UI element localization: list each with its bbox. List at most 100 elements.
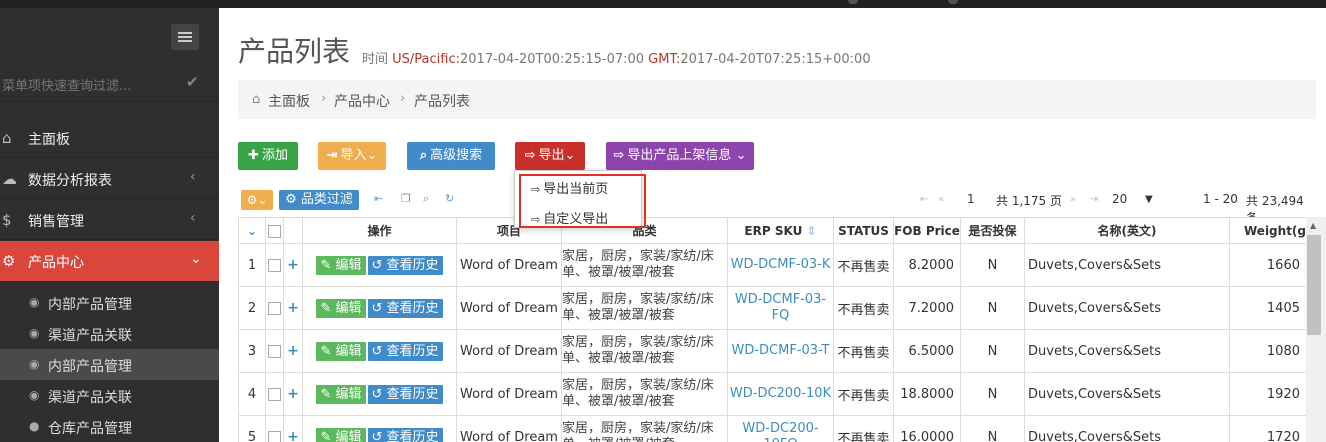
edit-button[interactable]: ✎ 编辑 — [316, 298, 366, 318]
cell-erp-sku[interactable]: WD-DCMF-03-FQ — [727, 286, 834, 330]
expand-row-icon[interactable]: + — [283, 243, 303, 287]
table-row[interactable]: 5+✎ 编辑↺ 查看历史Word of Dream家居，厨房，家装/家纺/床单、… — [238, 415, 1307, 442]
scroll-up-icon[interactable]: ▲ — [1310, 221, 1316, 230]
breadcrumb-item[interactable]: 主面板 — [268, 91, 310, 111]
edit-button[interactable]: ✎ 编辑 — [316, 384, 366, 404]
table-row[interactable]: 2 + ✎ 编辑 ↺ 查看历史 Word of Dream 家居，厨房，家装/家纺/床单、… — [238, 286, 1307, 330]
search-icon[interactable]: ⌕ — [423, 192, 429, 206]
cell-erp-sku[interactable]: WD-DC200-10K — [727, 372, 834, 416]
hamburger-menu-button[interactable] — [171, 24, 199, 50]
category-filter-button[interactable]: ⚙ 品类过滤 — [279, 190, 359, 210]
cell-erp-sku[interactable]: WD-DC200-10FQ — [727, 415, 834, 442]
breadcrumb: ⌂ 主面板 › 产品中心 › 产品列表 — [238, 80, 1316, 119]
expand-row-icon[interactable]: + — [283, 286, 303, 330]
table-row[interactable]: 3 + ✎ 编辑 ↺ 查看历史 Word of Dream 家居，厨房，家装/家纺/床单、… — [238, 329, 1307, 373]
view-history-button[interactable]: ↺ 查看历史 — [367, 255, 443, 275]
column-header-fob-price[interactable]: FOB Price — [893, 217, 961, 244]
copy-icon[interactable]: ❐ — [401, 192, 411, 205]
edit-button[interactable]: ✎ 编辑 — [316, 427, 366, 442]
scrollbar-thumb[interactable] — [1307, 235, 1321, 335]
prev-page-icon[interactable]: « — [938, 194, 944, 205]
column-header-weight[interactable]: Weight(g) — [1229, 217, 1307, 244]
row-actions: ✎ 编辑 ↺ 查看历史 — [302, 286, 457, 330]
last-page-icon[interactable]: ⇥ — [1090, 194, 1098, 205]
sidebar-subitem-warehouse-products[interactable]: ● 仓库产品管理 — [0, 411, 219, 442]
cell-insured: N — [960, 286, 1025, 330]
view-history-button[interactable]: ↺ 查看历史 — [367, 341, 443, 361]
export-listing-button[interactable]: ⇨ 导出产品上架信息 ⌄ — [606, 142, 754, 170]
edit-button-label: 编辑 — [335, 300, 362, 316]
sidebar-item-analytics[interactable]: ☁ 数据分析报表 ‹ — [0, 159, 219, 199]
column-header-name-en[interactable]: 名称(英文) — [1024, 217, 1230, 244]
sidebar-item-sales[interactable]: $ 销售管理 ‹ — [0, 200, 219, 240]
cell-erp-sku[interactable]: WD-DCMF-03-K — [727, 243, 834, 287]
column-header-actions: 操作 — [302, 217, 457, 244]
column-header-status[interactable]: STATUS — [833, 217, 894, 244]
record-range: 1 - 20 — [1203, 192, 1238, 206]
sidebar: 菜单项快速查询过滤... ✔ ⌂ 主面板 ☁ 数据分析报表 ‹ $ 销售管理 ‹… — [0, 8, 219, 442]
expand-row-icon[interactable]: + — [283, 329, 303, 373]
circle-icon: ◉ — [29, 295, 40, 309]
vertical-scrollbar[interactable]: ▲ — [1306, 217, 1326, 442]
caret-down-icon[interactable]: ▼ — [1145, 194, 1153, 205]
export-button[interactable]: ⇨ 导出⌄ — [515, 142, 585, 170]
row-checkbox[interactable] — [265, 329, 284, 373]
sidebar-item-product-center[interactable]: ⚙ 产品中心 ⌄ — [0, 241, 219, 281]
history-icon: ↺ — [371, 429, 383, 442]
refresh-icon[interactable]: ↻ — [445, 192, 454, 205]
row-checkbox[interactable] — [265, 243, 284, 287]
select-all-checkbox[interactable] — [265, 217, 284, 244]
edit-button[interactable]: ✎ 编辑 — [316, 255, 366, 275]
sidebar-subitem-channel-products-2[interactable]: ◉ 渠道产品关联 — [0, 380, 219, 411]
view-history-button[interactable]: ↺ 查看历史 — [367, 427, 443, 442]
breadcrumb-item[interactable]: 产品中心 — [334, 91, 390, 111]
first-page-icon[interactable]: ⇤ — [920, 194, 928, 205]
category-filter-label: 品类过滤 — [300, 192, 353, 207]
cell-weight: 1405 — [1229, 286, 1307, 330]
cell-erp-sku[interactable]: WD-DCMF-03-T — [727, 329, 834, 373]
top-bar — [0, 0, 1326, 8]
plus-icon: ✚ — [248, 148, 259, 163]
check-icon[interactable]: ✔ — [186, 73, 199, 91]
sidebar-item-label: 主面板 — [28, 132, 70, 148]
sidebar-subitem-label: 渠道产品关联 — [48, 328, 132, 344]
timestamp: 2017-04-20T07:25:15+00:00 — [680, 52, 871, 67]
import-button[interactable]: ⇥ 导入⌄ — [318, 142, 386, 170]
advanced-search-button[interactable]: ⌕ 高级搜索 — [407, 142, 495, 170]
add-button[interactable]: ✚ 添加 — [238, 142, 298, 170]
edit-button[interactable]: ✎ 编辑 — [316, 341, 366, 361]
gear-dropdown-button[interactable]: ⚙⌄ — [241, 190, 273, 210]
cell-fob-price: 7.2000 — [893, 286, 961, 330]
circle-icon: ◉ — [29, 326, 40, 340]
menu-filter-field[interactable]: 菜单项快速查询过滤... ✔ — [0, 64, 219, 102]
cell-fob-price: 8.2000 — [893, 243, 961, 287]
view-history-button[interactable]: ↺ 查看历史 — [367, 298, 443, 318]
row-checkbox[interactable] — [265, 372, 284, 416]
sidebar-subitem-internal-products[interactable]: ◉ 内部产品管理 — [0, 287, 219, 318]
sidebar-subitem-channel-products[interactable]: ◉ 渠道产品关联 — [0, 318, 219, 349]
expand-all-icon[interactable]: ⌄ — [238, 217, 266, 244]
row-checkbox[interactable] — [265, 286, 284, 330]
collapse-icon[interactable]: ⇤ — [374, 192, 383, 205]
sidebar-item-dashboard[interactable]: ⌂ 主面板 — [0, 118, 219, 158]
row-number: 1 — [238, 243, 266, 287]
cell-fob-price: 6.5000 — [893, 329, 961, 373]
table-row[interactable]: 4 + ✎ 编辑 ↺ 查看历史 Word of Dream 家居，厨房，家装/家纺/床单、… — [238, 372, 1307, 416]
column-header-erp-sku[interactable]: ERP SKU ⇕ — [727, 217, 834, 244]
cell-fob-price: 18.8000 — [893, 372, 961, 416]
row-checkbox[interactable] — [265, 415, 284, 442]
row-actions: ✎ 编辑 ↺ 查看历史 — [302, 243, 457, 287]
column-header-insured[interactable]: 是否投保 — [960, 217, 1025, 244]
expand-row-icon[interactable]: + — [283, 415, 303, 442]
page-input[interactable]: 1 — [967, 192, 975, 206]
expand-row-icon[interactable]: + — [283, 372, 303, 416]
page-size-select[interactable]: 20 — [1112, 192, 1127, 206]
next-page-icon[interactable]: » — [1070, 194, 1076, 205]
import-icon: ⇥ — [326, 148, 338, 163]
cell-insured: N — [960, 372, 1025, 416]
table-row[interactable]: 1 + ✎ 编辑 ↺ 查看历史 Word of Dream 家居，厨房，家装/家纺/床单、… — [238, 243, 1307, 287]
sidebar-subitem-internal-products-active[interactable]: ◉ 内部产品管理 — [0, 349, 219, 380]
view-history-button[interactable]: ↺ 查看历史 — [367, 384, 443, 404]
sidebar-subitem-label: 渠道产品关联 — [48, 390, 132, 406]
product-table: ⌄ 操作 项目 品类 ERP SKU ⇕ STATUS FOB Price 是否… — [238, 217, 1307, 442]
